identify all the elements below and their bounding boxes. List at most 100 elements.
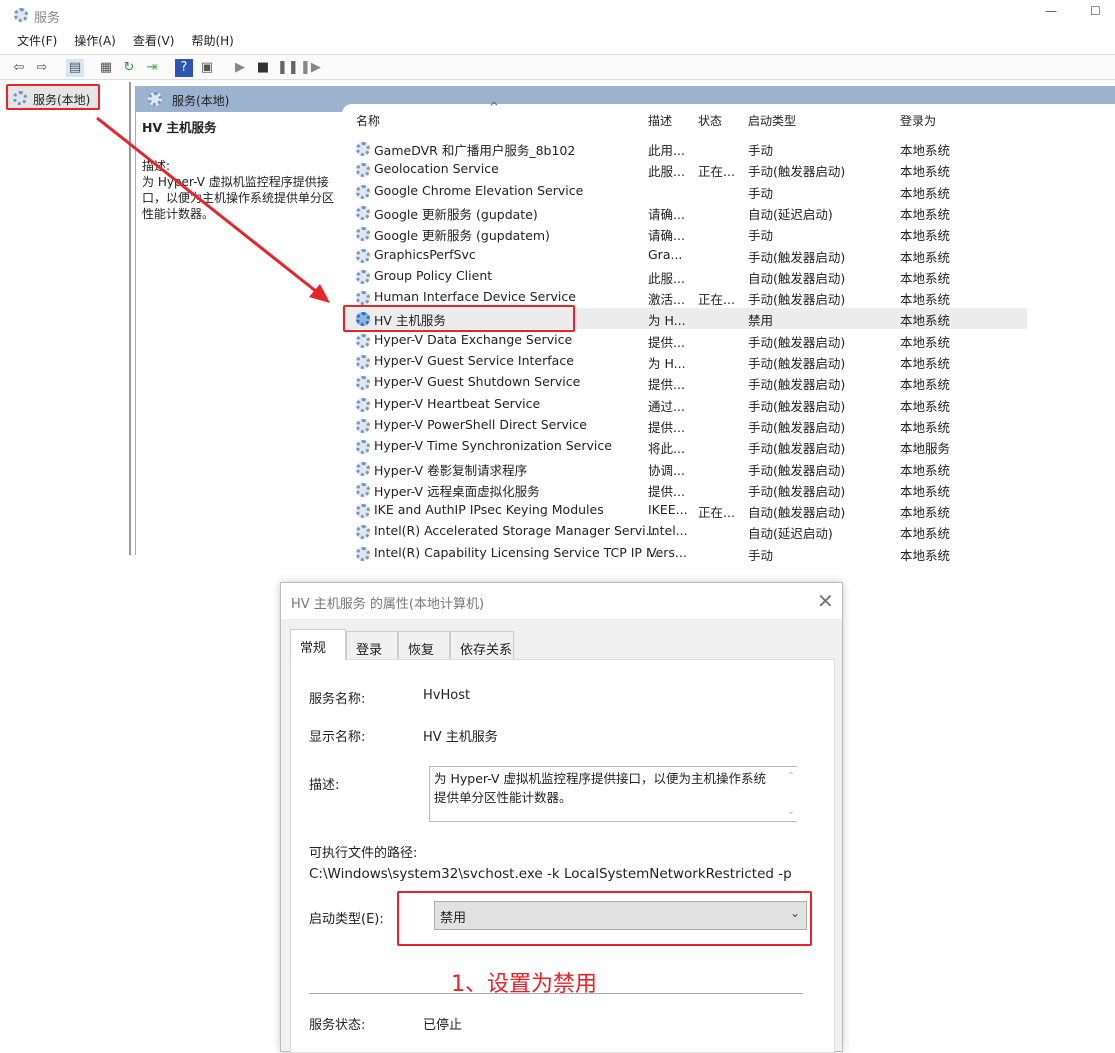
tab-logon[interactable]: 登录: [346, 631, 398, 659]
table-row[interactable]: Google 更新服务 (gupdatem) 请确... 手动 本地系统: [342, 223, 1027, 244]
service-startup-type: 手动(触发器启动): [748, 249, 846, 265]
column-description[interactable]: 描述: [648, 112, 672, 129]
table-row[interactable]: Hyper-V Time Synchronization Service 将此..…: [342, 436, 1027, 457]
table-row[interactable]: Hyper-V Heartbeat Service 通过... 手动(触发器启动) 本…: [342, 394, 1027, 415]
service-description: 通过...: [648, 398, 685, 414]
service-startup-type: 手动(触发器启动): [748, 483, 846, 499]
service-description: 此服...: [648, 164, 685, 180]
column-startup-type[interactable]: 启动类型: [748, 112, 796, 129]
service-logon-as: 本地系统: [900, 419, 951, 435]
path-value: C:\Windows\system32\svchost.exe -k Local…: [309, 866, 792, 882]
tab-general[interactable]: 常规: [290, 629, 346, 660]
service-status-value: 已停止: [423, 1018, 463, 1033]
service-status-label: 服务状态:: [309, 1018, 366, 1033]
gear-icon: [356, 546, 370, 561]
service-logon-as: 本地系统: [900, 249, 951, 265]
startup-type-select[interactable]: 禁用 ⌄: [434, 901, 807, 930]
service-startup-type: 手动(触发器启动): [748, 356, 846, 371]
service-description: IKEE...: [648, 502, 688, 518]
gear-icon: [356, 461, 370, 476]
gear-icon: [356, 355, 370, 369]
service-logon-as: 本地系统: [900, 526, 951, 542]
service-logon-as: 本地系统: [900, 270, 951, 286]
scroll-down-icon[interactable]: ⌄: [787, 802, 795, 821]
service-logon-as: 本地系统: [900, 164, 951, 180]
dialog-title: HV 主机服务 的属性(本地计算机): [291, 597, 485, 612]
startup-type-label: 启动类型(E):: [309, 912, 384, 927]
close-icon[interactable]: ✕: [817, 589, 834, 613]
table-row[interactable]: Google Chrome Elevation Service 手动 本地系统: [342, 181, 1027, 202]
table-row[interactable]: Intel(R) Capability Licensing Service TC…: [342, 543, 1027, 564]
service-logon-as: 本地服务: [900, 441, 951, 457]
column-logon-as[interactable]: 登录为: [900, 112, 936, 129]
table-row[interactable]: Google 更新服务 (gupdate) 请确... 自动(延迟启动) 本地系统: [342, 202, 1027, 223]
service-description: 为 H...: [648, 313, 686, 329]
column-status[interactable]: 状态: [698, 112, 722, 129]
service-startup-type: 自动(延迟启动): [748, 526, 833, 542]
general-tab-panel: 服务名称: HvHost 显示名称: HV 主机服务 描述: 为 Hyper-V…: [290, 659, 835, 1053]
service-startup-type: 手动(触发器启动): [748, 377, 846, 393]
description-label: 描述:: [309, 778, 340, 793]
service-name: GameDVR 和广播用户服务_8b102: [374, 143, 576, 158]
table-row[interactable]: GameDVR 和广播用户服务_8b102 此用... 手动 本地系统: [342, 138, 1027, 159]
table-row[interactable]: Hyper-V Guest Service Interface 为 H... 手动(…: [342, 351, 1027, 372]
scroll-up-icon[interactable]: ⌃: [787, 767, 795, 786]
service-startup-type: 手动: [748, 185, 774, 201]
table-row[interactable]: GraphicsPerfSvc Gra... 手动(触发器启动) 本地系统: [342, 245, 1027, 266]
service-logon-as: 本地系统: [900, 356, 951, 371]
maximize-button[interactable]: ☐: [1090, 4, 1101, 18]
service-startup-type: 自动(延迟启动): [748, 206, 833, 222]
table-row[interactable]: Hyper-V Guest Shutdown Service 提供... 手动(触发…: [342, 372, 1027, 393]
service-description: 提供...: [648, 419, 685, 435]
path-label: 可执行文件的路径:: [309, 846, 418, 861]
table-row[interactable]: Hyper-V 远程桌面虚拟化服务 提供... 手动(触发器启动) 本地系统: [342, 479, 1027, 500]
service-logon-as: 本地系统: [900, 334, 951, 350]
service-name: Intel(R) Capability Licensing Service TC…: [374, 544, 662, 560]
service-status: 正在...: [698, 292, 735, 308]
gear-icon: [356, 504, 370, 519]
table-row[interactable]: Hyper-V Data Exchange Service 提供... 手动(触发器…: [342, 330, 1027, 351]
service-name: Hyper-V Heartbeat Service: [374, 395, 541, 411]
table-row[interactable]: IKE and AuthIP IPsec Keying Modules IKEE.…: [342, 500, 1027, 521]
service-logon-as: 本地系统: [900, 143, 951, 158]
tab-dependencies[interactable]: 依存关系: [450, 631, 514, 659]
display-name-value: HV 主机服务: [423, 730, 498, 745]
service-logon-as: 本地系统: [900, 377, 951, 393]
table-row[interactable]: Intel(R) Accelerated Storage Manager Ser…: [342, 521, 1027, 542]
service-description: 请确...: [648, 228, 685, 244]
gear-icon: [356, 525, 370, 540]
service-description: 将此...: [648, 441, 685, 457]
service-startup-type: 手动(触发器启动): [748, 419, 846, 435]
properties-dialog: HV 主机服务 的属性(本地计算机) ✕ 常规 登录 恢复 依存关系 服务名称:…: [280, 582, 843, 1053]
services-list: ^ 名称 描述 状态 启动类型 登录为 GameDVR 和广播用户服务_8b10…: [342, 100, 1115, 563]
description-textbox[interactable]: 为 Hyper-V 虚拟机监控程序提供接口，以便为主机操作系统提供单分区性能计数…: [429, 766, 797, 822]
table-row[interactable]: Group Policy Client 此服... 自动(触发器启动) 本地系统: [342, 266, 1027, 287]
annotation-arrow: [96, 116, 330, 303]
service-name-label: 服务名称:: [309, 692, 366, 707]
gear-icon: [356, 418, 370, 433]
service-name: Hyper-V Data Exchange Service: [374, 331, 573, 347]
table-row[interactable]: Hyper-V 卷影复制请求程序 协调... 手动(触发器启动) 本地系统: [342, 458, 1027, 479]
gear-icon: [356, 482, 370, 497]
service-description: 提供...: [648, 483, 685, 499]
service-name: Intel(R) Accelerated Storage Manager Ser…: [374, 523, 658, 539]
service-status: 正在...: [698, 505, 735, 521]
service-logon-as: 本地系统: [900, 292, 951, 308]
service-name: Google 更新服务 (gupdatem): [374, 228, 550, 244]
service-logon-as: 本地系统: [900, 185, 951, 201]
service-name: Human Interface Device Service: [374, 289, 576, 305]
service-logon-as: 本地系统: [900, 505, 951, 521]
tab-recovery[interactable]: 恢复: [398, 631, 450, 659]
service-startup-type: 手动(触发器启动): [748, 398, 846, 414]
service-name: IKE and AuthIP IPsec Keying Modules: [374, 502, 604, 518]
minimize-button[interactable]: —: [1045, 4, 1057, 18]
service-startup-type: 手动: [748, 143, 774, 158]
service-logon-as: 本地系统: [900, 228, 951, 244]
service-name: Hyper-V PowerShell Direct Service: [374, 416, 587, 432]
table-row[interactable]: Hyper-V PowerShell Direct Service 提供... 手动…: [342, 415, 1027, 436]
service-description: 请确...: [648, 206, 685, 222]
service-description: 提供...: [648, 377, 685, 393]
service-status: 正在...: [698, 164, 735, 180]
divider: [309, 993, 803, 994]
table-row[interactable]: Geolocation Service 此服... 正在... 手动(触发器启动) 本地…: [342, 159, 1027, 180]
